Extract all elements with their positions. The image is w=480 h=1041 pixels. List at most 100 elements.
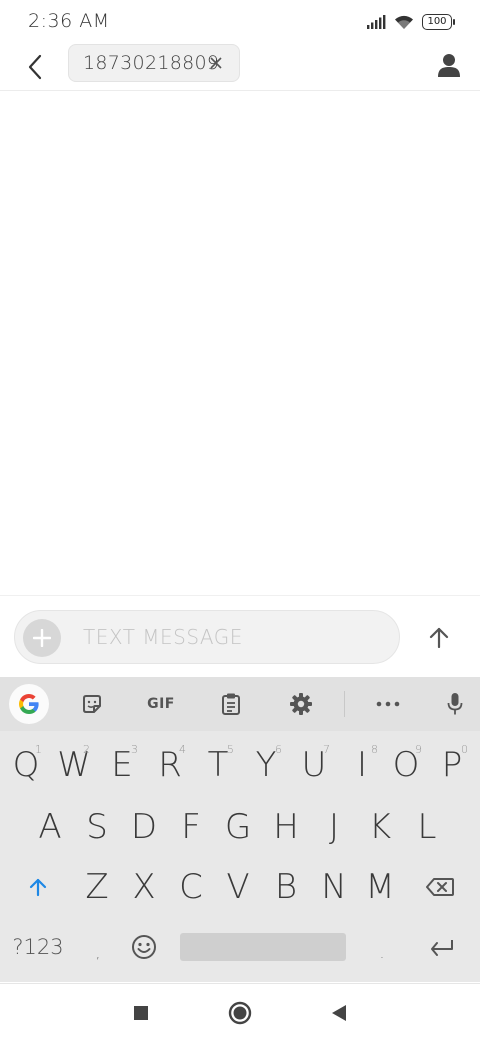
key-label: D [130,807,158,847]
key-hint: 3 [131,743,138,756]
key-label: X [132,867,156,907]
plus-icon [33,629,51,647]
key-label: T [207,745,229,785]
key-t[interactable]: T 5 [196,737,240,793]
shift-key[interactable] [16,859,60,915]
send-button[interactable] [420,618,458,656]
google-icon [19,694,39,714]
status-icons: 100 [366,12,455,32]
close-icon [210,57,222,69]
key-n[interactable]: N [312,859,356,915]
battery-level: 100 [427,16,447,27]
text-message-placeholder: TEXT MESSAGE [83,625,243,649]
gif-button[interactable]: GIF [142,686,180,722]
key-hint: 9 [415,743,422,756]
compose-bar: TEXT MESSAGE [0,595,480,678]
keyboard-toolbar: GIF [0,677,480,731]
key-p[interactable]: P 0 [430,737,474,793]
voice-input-button[interactable] [436,686,474,722]
key-l[interactable]: L [405,799,449,855]
key-b[interactable]: B [264,859,308,915]
key-label: K [368,807,392,847]
google-search-button[interactable] [9,684,49,724]
key-k[interactable]: K [358,799,402,855]
key-hint: 7 [323,743,330,756]
comma-key[interactable]: , [76,919,120,975]
key-label: Z [85,867,109,907]
signal-icon [367,15,386,29]
key-hint: 5 [227,743,234,756]
key-m[interactable]: M [358,859,402,915]
gear-icon [290,693,312,715]
status-bar: 2:36 AM 100 [0,0,480,44]
attach-button[interactable] [23,619,61,657]
sticker-button[interactable] [73,686,111,722]
toolbar-divider [344,691,345,717]
back-arrow-icon [28,54,42,80]
nav-back-button[interactable] [326,1000,352,1026]
key-w[interactable]: W 2 [52,737,96,793]
key-y[interactable]: Y 6 [244,737,288,793]
key-label: L [417,807,437,847]
key-hint: 4 [179,743,186,756]
emoji-icon [132,935,156,959]
key-hint: 1 [35,743,42,756]
key-r[interactable]: R 4 [148,737,192,793]
key-v[interactable]: V [216,859,260,915]
symbols-label: ?123 [12,935,64,959]
key-e[interactable]: E 3 [100,737,144,793]
contact-button[interactable] [432,48,466,82]
key-q[interactable]: Q 1 [4,737,48,793]
wifi-icon [395,15,413,29]
clipboard-icon [222,693,240,715]
settings-button[interactable] [282,686,320,722]
clipboard-button[interactable] [212,686,250,722]
recents-square-icon [134,1006,148,1020]
keyboard: GIF Q 1 W 2 E 3 R 4 T 5 Y 6 U 7 I 8 O 9 … [0,677,480,982]
key-hint: 2 [83,743,90,756]
key-f[interactable]: F [169,799,213,855]
symbols-key[interactable]: ?123 [12,919,64,975]
key-g[interactable]: G [216,799,260,855]
key-label: C [179,867,203,907]
key-label: N [321,867,347,907]
conversation-header: 18730218809 [0,44,480,91]
key-label: H [273,807,299,847]
period-key[interactable]: . [360,919,404,975]
key-u[interactable]: U 7 [292,737,336,793]
key-hint: 6 [275,743,282,756]
emoji-key[interactable] [122,919,166,975]
enter-key[interactable] [420,919,464,975]
key-i[interactable]: I 8 [340,737,384,793]
home-button[interactable] [227,1000,253,1026]
arrow-up-icon [429,627,449,648]
key-s[interactable]: S [75,799,119,855]
key-o[interactable]: O 9 [384,737,428,793]
key-hint: 8 [371,743,378,756]
home-circle-icon [228,1001,252,1025]
text-message-field[interactable]: TEXT MESSAGE [14,610,400,664]
back-triangle-icon [332,1005,346,1021]
key-a[interactable]: A [28,799,72,855]
enter-icon [431,940,453,956]
key-j[interactable]: J [312,799,356,855]
status-time: 2:36 AM [28,10,110,32]
back-button[interactable] [20,48,50,86]
recipient-chip[interactable]: 18730218809 [68,44,240,82]
key-h[interactable]: H [264,799,308,855]
backspace-key[interactable] [418,859,462,915]
key-label: A [38,807,62,847]
space-bar[interactable] [180,933,346,961]
more-button[interactable] [369,686,407,722]
remove-recipient-button[interactable] [207,54,225,72]
recents-button[interactable] [128,1000,154,1026]
key-z[interactable]: Z [75,859,119,915]
key-x[interactable]: X [122,859,166,915]
key-label: B [274,867,298,907]
mic-icon [447,693,463,715]
key-label: E [111,745,133,785]
key-hint: 0 [461,743,468,756]
key-d[interactable]: D [122,799,166,855]
key-c[interactable]: C [169,859,213,915]
battery-icon: 100 [422,14,455,30]
